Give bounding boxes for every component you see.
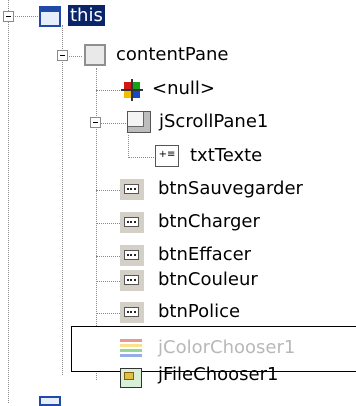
tree-line-null — [96, 90, 120, 91]
button-icon — [120, 245, 144, 266]
tree-node-jcolorchooser1[interactable]: jColorChooser1 — [158, 337, 295, 359]
tree-line-btn3 — [96, 256, 120, 257]
tree-node-jscrollpane1[interactable]: jScrollPane1 — [159, 111, 268, 133]
button-icon — [120, 270, 144, 291]
tree-line-scroll-child — [128, 135, 129, 158]
button-icon — [120, 302, 144, 323]
tree-node-btn-effacer[interactable]: btnEffacer — [158, 244, 251, 266]
tree-node-btn-sauvegarder[interactable]: btnSauvegarder — [158, 178, 303, 200]
tree-node-null[interactable]: <null> — [152, 78, 215, 100]
tree-node-label-this: this — [68, 5, 105, 26]
color-chooser-icon — [120, 339, 142, 357]
collapse-toggle-contentpane[interactable] — [57, 50, 68, 61]
tree-line-root — [8, 0, 9, 403]
file-chooser-icon — [120, 368, 142, 388]
button-icon — [120, 179, 144, 200]
tree-node-jfilechooser1[interactable]: jFileChooser1 — [158, 364, 278, 386]
tree-line-content — [62, 25, 63, 375]
tree-line-text — [128, 157, 154, 158]
tree-node-btn-police[interactable]: btnPolice — [158, 301, 240, 323]
tree-line-btn4 — [96, 281, 120, 282]
tree-node-btn-charger[interactable]: btnCharger — [158, 211, 260, 233]
scroll-pane-icon — [127, 111, 151, 133]
tree-node-txttexte[interactable]: txtTexte — [190, 145, 262, 167]
panel-icon — [84, 44, 106, 66]
frame-titlebar — [41, 8, 59, 12]
frame-icon — [39, 6, 61, 27]
frame-icon — [39, 396, 61, 406]
tree-node-btn-couleur[interactable]: btnCouleur — [158, 269, 258, 291]
button-icon — [120, 212, 144, 233]
tree-line-btn2 — [96, 223, 120, 224]
tree-node-contentpane[interactable]: contentPane — [116, 44, 228, 66]
tree-line-btn1 — [96, 190, 120, 191]
text-area-icon: +≡ — [155, 145, 179, 167]
collapse-toggle-scrollpane[interactable] — [90, 117, 101, 128]
collapse-toggle-root[interactable] — [3, 11, 14, 22]
tree-node-this[interactable]: this — [68, 5, 105, 27]
null-component-icon — [121, 79, 143, 101]
tree-line-btn5 — [96, 313, 120, 314]
